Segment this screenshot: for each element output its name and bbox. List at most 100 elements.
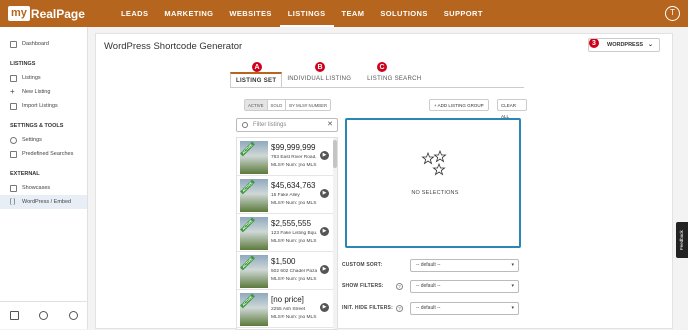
listing-photo: ACTIVE xyxy=(240,179,268,212)
sidebar-heading-external: EXTERNAL xyxy=(10,171,40,177)
logo-my: my xyxy=(8,6,30,21)
listing-mls: MLS® Num: [no MLS xyxy=(271,201,317,206)
list-item[interactable]: ACTIVE [no price] 2255 Ash Street MLS® N… xyxy=(237,291,337,328)
add-arrow-icon[interactable]: ▶ xyxy=(320,189,329,198)
listing-mls: MLS® Num: [no MLS xyxy=(271,163,317,168)
listing-address: 123 Fake Listing Bqu... xyxy=(271,231,317,236)
gear-icon xyxy=(10,136,17,144)
help-icon[interactable]: ? xyxy=(396,283,403,290)
listing-price: $45,634,763 xyxy=(271,181,316,190)
add-arrow-icon[interactable]: ▶ xyxy=(320,151,329,160)
tab-listing-set[interactable]: LISTING SET xyxy=(230,72,283,88)
search-icon xyxy=(242,122,248,128)
nav-team[interactable]: TEAM xyxy=(334,0,373,27)
sidebar-item-new-listing[interactable]: + New Listing xyxy=(0,85,87,99)
nav-marketing[interactable]: MARKETING xyxy=(156,0,221,27)
listings-icon xyxy=(10,74,17,82)
feedback-tab[interactable]: Feedback xyxy=(676,222,688,258)
selection-drop-area[interactable]: NO SELECTIONS xyxy=(345,118,521,248)
user-avatar[interactable]: T xyxy=(665,6,680,21)
nav-support[interactable]: SUPPORT xyxy=(436,0,491,27)
home-icon[interactable] xyxy=(10,311,20,320)
listing-price: $1,500 xyxy=(271,257,296,266)
sidebar-item-predefined-searches[interactable]: Predefined Searches xyxy=(0,147,87,161)
status-ribbon: ACTIVE xyxy=(240,217,255,233)
sidebar-heading-listings: LISTINGS xyxy=(10,61,36,67)
wordpress-button-label: WORDPRESS xyxy=(607,42,644,48)
main-card: WordPress Shortcode Generator 3 WORDPRES… xyxy=(95,33,673,330)
realpage-logo[interactable]: my RealPage xyxy=(8,5,85,23)
custom-sort-row: CUSTOM SORT: -- default -- ▾ xyxy=(342,259,519,273)
search-placeholder: Filter listings xyxy=(253,122,287,128)
init-hide-filters-row: INIT. HIDE FILTERS: ? -- default -- ▾ xyxy=(342,302,519,316)
listing-price: $99,999,999 xyxy=(271,143,316,152)
tab-listing-search[interactable]: LISTING SEARCH xyxy=(362,72,426,88)
sidebar-item-label: Settings xyxy=(22,137,42,143)
listing-photo: ACTIVE xyxy=(240,141,268,174)
select-value: -- default -- xyxy=(416,283,441,289)
brackets-icon: [ ] xyxy=(10,198,16,205)
sidebar-item-label: Predefined Searches xyxy=(22,151,74,157)
sidebar-item-showcases[interactable]: Showcases xyxy=(0,181,87,195)
listing-photo: ACTIVE xyxy=(240,293,268,326)
filter-sold-button[interactable]: SOLD xyxy=(268,100,287,110)
custom-sort-select[interactable]: -- default -- ▾ xyxy=(410,259,519,272)
scrollbar-thumb[interactable] xyxy=(333,140,337,168)
filter-active-button[interactable]: ACTIVE xyxy=(245,100,268,110)
filter-mls-button[interactable]: BY MLS# NUMBER xyxy=(286,100,330,110)
nav-leads[interactable]: LEADS xyxy=(113,0,156,27)
help-icon[interactable]: ? xyxy=(396,305,403,312)
saved-search-icon xyxy=(10,150,17,158)
page-title: WordPress Shortcode Generator xyxy=(104,41,243,52)
listing-address: 2255 Ash Street xyxy=(271,307,306,312)
tab-individual-listing[interactable]: INDIVIDUAL LISTING xyxy=(282,72,356,88)
logo-realpage: RealPage xyxy=(30,6,85,21)
list-scrollbar[interactable] xyxy=(333,138,337,329)
sidebar-item-label: Showcases xyxy=(22,185,51,191)
listing-mls: MLS® Num: [no MLS xyxy=(271,315,317,320)
clear-all-button[interactable]: CLEAR ALL xyxy=(497,99,527,119)
sidebar-item-listings[interactable]: Listings xyxy=(0,71,87,85)
sidebar-item-wordpress-embed[interactable]: [ ] WordPress / Embed xyxy=(0,195,87,209)
listing-price: $2,555,555 xyxy=(271,219,312,228)
listing-list: ACTIVE $99,999,999 783 East River Road, … xyxy=(236,137,338,330)
add-arrow-icon[interactable]: ▶ xyxy=(320,303,329,312)
list-item[interactable]: ACTIVE $99,999,999 783 East River Road, … xyxy=(237,139,337,176)
sidebar-item-label: Listings xyxy=(22,75,41,81)
status-filter-group: ACTIVE SOLD BY MLS# NUMBER xyxy=(244,99,332,111)
list-item[interactable]: ACTIVE $1,500 502 602 Chadel Paza MLS® N… xyxy=(237,253,337,290)
add-arrow-icon[interactable]: ▶ xyxy=(320,265,329,274)
show-filters-select[interactable]: -- default -- ▾ xyxy=(410,280,519,293)
chevron-down-icon: ⌄ xyxy=(647,42,653,48)
wordpress-dropdown-button[interactable]: WORDPRESS ⌄ xyxy=(588,38,660,52)
status-ribbon: ACTIVE xyxy=(240,255,255,271)
sidebar-item-import-listings[interactable]: Import Listings xyxy=(0,99,87,113)
add-listing-group-button[interactable]: + ADD LISTING GROUP xyxy=(429,99,489,111)
add-arrow-icon[interactable]: ▶ xyxy=(320,227,329,236)
listing-address: 15 Fake Alley xyxy=(271,193,300,198)
import-icon xyxy=(10,102,17,110)
nav-websites[interactable]: WEBSITES xyxy=(221,0,279,27)
list-item[interactable]: ACTIVE $2,555,555 123 Fake Listing Bqu..… xyxy=(237,215,337,252)
filter-listings-input[interactable]: Filter listings ✕ xyxy=(236,118,338,132)
chat-icon[interactable] xyxy=(68,311,78,320)
listing-mls: MLS® Num: [no MLS xyxy=(271,239,317,244)
clear-search-icon[interactable]: ✕ xyxy=(327,119,333,131)
listing-photo: ACTIVE xyxy=(240,255,268,288)
sidebar-item-label: Dashboard xyxy=(22,41,49,47)
listing-photo: ACTIVE xyxy=(240,217,268,250)
sidebar: Dashboard LISTINGS Listings + New Listing… xyxy=(0,27,88,329)
sidebar-item-settings[interactable]: Settings xyxy=(0,133,87,147)
sidebar-item-label: Import Listings xyxy=(22,103,58,109)
crosshair-icon[interactable] xyxy=(39,311,49,320)
showcase-icon xyxy=(10,184,17,192)
dashboard-icon xyxy=(10,40,17,48)
dropdown-arrow-icon: ▾ xyxy=(511,305,514,311)
sidebar-item-label: New Listing xyxy=(22,89,51,95)
sidebar-item-dashboard[interactable]: Dashboard xyxy=(0,37,87,51)
list-item[interactable]: ACTIVE $45,634,763 15 Fake Alley MLS® Nu… xyxy=(237,177,337,214)
status-ribbon: ACTIVE xyxy=(240,293,255,309)
init-hide-filters-select[interactable]: -- default -- ▾ xyxy=(410,302,519,315)
nav-solutions[interactable]: SOLUTIONS xyxy=(372,0,435,27)
nav-listings[interactable]: LISTINGS xyxy=(279,0,334,27)
